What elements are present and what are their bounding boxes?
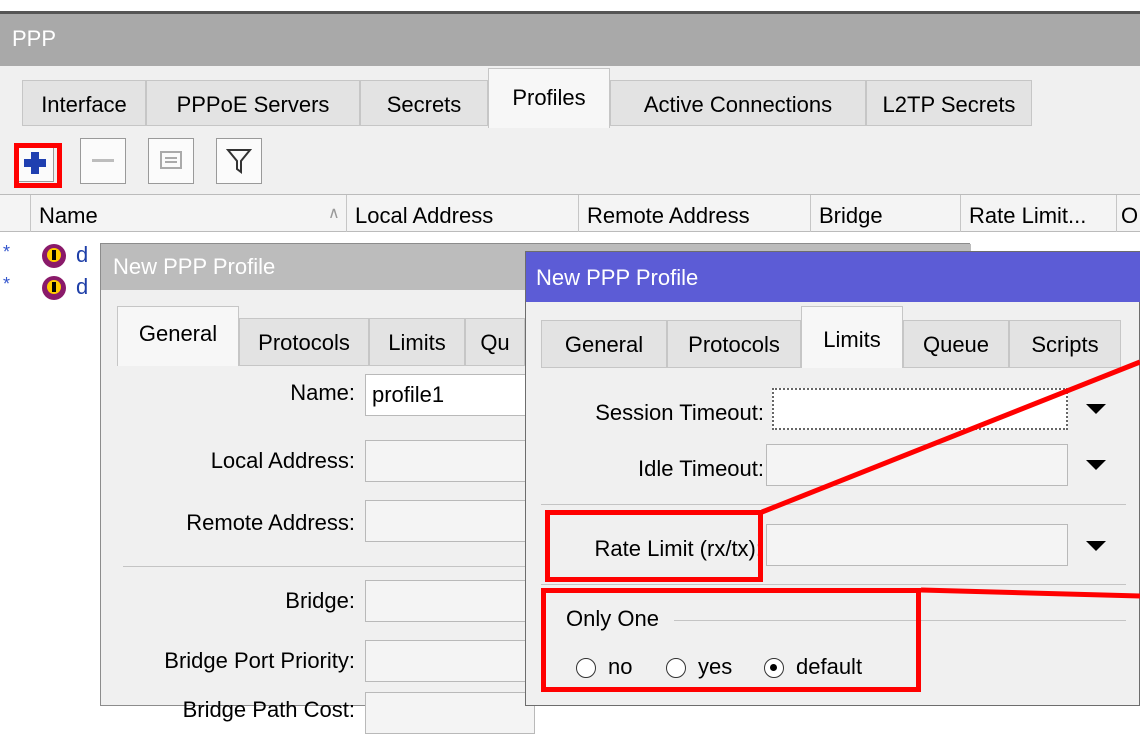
divider bbox=[541, 584, 1126, 585]
tab-limits[interactable]: Limits bbox=[801, 306, 903, 368]
column-local-address[interactable]: Local Address bbox=[346, 195, 578, 233]
tab-profiles[interactable]: Profiles bbox=[488, 68, 610, 128]
tab-limits[interactable]: Limits bbox=[369, 318, 465, 366]
window-title: PPP bbox=[0, 14, 1140, 66]
annotation-add-highlight bbox=[14, 143, 62, 188]
tab-secrets[interactable]: Secrets bbox=[360, 80, 488, 126]
bridge-port-priority-input[interactable] bbox=[365, 640, 535, 682]
bridge-path-cost-input[interactable] bbox=[365, 692, 535, 734]
sort-indicator-icon: ∧ bbox=[328, 205, 340, 222]
remove-icon bbox=[92, 159, 114, 162]
column-rate-limit[interactable]: Rate Limit... bbox=[960, 195, 1116, 233]
idle-timeout-label: Idle Timeout: bbox=[638, 456, 764, 481]
tab-interface[interactable]: Interface bbox=[22, 80, 146, 126]
toolbar bbox=[0, 128, 1140, 194]
remote-address-input[interactable] bbox=[365, 500, 535, 542]
table-header: Name ∧ Local Address Remote Address Brid… bbox=[0, 194, 1140, 233]
filter-button[interactable] bbox=[216, 138, 262, 184]
comment-button[interactable] bbox=[148, 138, 194, 184]
remote-address-label: Remote Address: bbox=[186, 510, 355, 535]
tab-protocols[interactable]: Protocols bbox=[239, 318, 369, 366]
dialog-tab-bar: General Protocols Limits Queue Scripts bbox=[526, 302, 1140, 368]
local-address-input[interactable] bbox=[365, 440, 535, 482]
idle-timeout-input[interactable] bbox=[766, 444, 1068, 486]
profile-icon bbox=[42, 276, 66, 300]
annotation-only-one-highlight bbox=[541, 588, 921, 692]
column-remote-address[interactable]: Remote Address bbox=[578, 195, 810, 233]
rate-limit-input[interactable] bbox=[766, 524, 1068, 566]
bridge-port-priority-label: Bridge Port Priority: bbox=[164, 648, 355, 673]
dropdown-arrow-icon[interactable] bbox=[1086, 541, 1106, 551]
session-timeout-label: Session Timeout: bbox=[595, 400, 764, 425]
window-top-border bbox=[0, 0, 1140, 14]
column-name[interactable]: Name bbox=[30, 195, 346, 233]
local-address-label: Local Address: bbox=[210, 448, 355, 473]
bridge-path-cost-label: Bridge Path Cost: bbox=[182, 697, 355, 722]
divider bbox=[123, 566, 533, 567]
name-input[interactable]: profile1 bbox=[365, 374, 535, 416]
tab-pppoe-servers[interactable]: PPPoE Servers bbox=[146, 80, 360, 126]
bridge-label: Bridge: bbox=[285, 588, 355, 613]
name-label: Name: bbox=[290, 380, 355, 405]
tab-active-connections[interactable]: Active Connections bbox=[610, 80, 866, 126]
bridge-select[interactable] bbox=[365, 580, 535, 622]
row-default-marker: * bbox=[3, 242, 11, 262]
dropdown-arrow-icon[interactable] bbox=[1086, 460, 1106, 470]
column-bridge[interactable]: Bridge bbox=[810, 195, 960, 233]
dropdown-arrow-icon[interactable] bbox=[1086, 404, 1106, 414]
session-timeout-input[interactable] bbox=[772, 388, 1068, 430]
tab-l2tp-secrets[interactable]: L2TP Secrets bbox=[866, 80, 1032, 126]
table-row[interactable]: * d bbox=[0, 240, 110, 270]
row-name: d bbox=[76, 274, 89, 299]
remove-button[interactable] bbox=[80, 138, 126, 184]
divider bbox=[541, 504, 1126, 505]
filter-icon bbox=[226, 149, 252, 174]
tab-general[interactable]: General bbox=[117, 306, 239, 366]
tab-protocols[interactable]: Protocols bbox=[667, 320, 801, 368]
row-default-marker: * bbox=[3, 274, 11, 294]
comment-icon bbox=[160, 151, 182, 169]
tab-queue-truncated[interactable]: Qu bbox=[465, 318, 525, 366]
profile-icon bbox=[42, 244, 66, 268]
row-name: d bbox=[76, 242, 89, 267]
column-truncated[interactable]: O bbox=[1116, 195, 1140, 233]
tab-scripts[interactable]: Scripts bbox=[1009, 320, 1121, 368]
tab-general[interactable]: General bbox=[541, 320, 667, 368]
main-tab-bar: Interface PPPoE Servers Secrets Profiles… bbox=[0, 66, 1140, 128]
table-row[interactable]: * d bbox=[0, 272, 110, 302]
tab-queue[interactable]: Queue bbox=[903, 320, 1009, 368]
dialog-title[interactable]: New PPP Profile bbox=[526, 252, 1140, 302]
annotation-rate-limit-highlight bbox=[545, 510, 763, 582]
